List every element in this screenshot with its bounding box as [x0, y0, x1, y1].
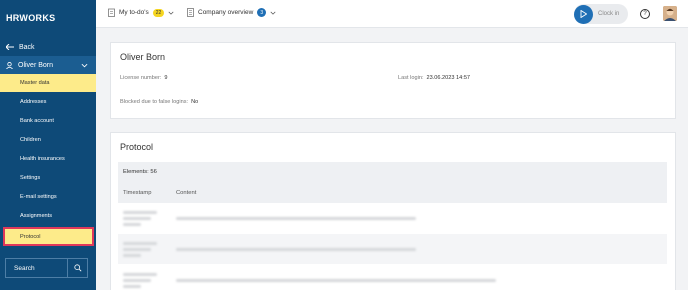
sidebar-item-settings[interactable]: Settings	[0, 168, 96, 187]
sidebar-item-health-insurances[interactable]: Health insurances	[0, 149, 96, 168]
protocol-card: Protocol Elements: 56 Timestamp Content	[110, 132, 676, 290]
back-label: Back	[19, 43, 35, 51]
company-overview-menu[interactable]: Company overview 3	[187, 8, 276, 17]
user-icon	[6, 61, 13, 69]
license-number-value: 9	[164, 75, 168, 81]
profile-card: Oliver Born License number: 9 Last login:…	[110, 42, 676, 119]
search-icon	[73, 264, 81, 272]
chevron-down-icon	[81, 63, 88, 67]
elements-count: Elements: 56	[118, 162, 667, 182]
table-row[interactable]	[118, 203, 667, 233]
company-overview-label: Company overview	[198, 9, 254, 16]
back-button[interactable]: Back	[0, 38, 96, 56]
redacted-content	[176, 216, 667, 220]
sidebar-item-addresses[interactable]: Addresses	[0, 92, 96, 111]
top-header: My to-do's 22 Company overview 3 Clock i…	[96, 0, 688, 28]
blocked-logins-value: No	[191, 99, 199, 105]
blocked-logins-field: Blocked due to false logins: No	[120, 99, 198, 105]
column-header-content[interactable]: Content	[176, 190, 196, 196]
company-count-badge: 3	[257, 8, 267, 17]
hrworks-logo[interactable]: HRWORKS	[0, 0, 96, 35]
sidebar-user-label: Oliver Born	[18, 61, 54, 69]
clock-in-label: Clock in	[598, 11, 620, 17]
clock-in-button[interactable]: Clock in	[574, 4, 628, 24]
redacted-content	[176, 247, 667, 251]
back-arrow-icon	[6, 44, 14, 50]
chevron-down-icon	[270, 11, 276, 15]
sidebar-item-bank-account[interactable]: Bank account	[0, 111, 96, 130]
column-header-timestamp[interactable]: Timestamp	[118, 190, 176, 196]
table-row[interactable]	[118, 265, 667, 290]
license-number-field: License number: 9	[120, 75, 167, 81]
clipboard-icon	[108, 8, 115, 17]
protocol-heading: Protocol	[120, 142, 154, 152]
help-icon[interactable]: ?	[640, 9, 650, 19]
protocol-table-header: Timestamp Content	[118, 182, 667, 203]
search-button[interactable]	[67, 259, 87, 277]
last-login-field: Last login: 23.06.2023 14:57	[398, 75, 470, 81]
profile-name-heading: Oliver Born	[120, 52, 166, 62]
blocked-logins-label: Blocked due to false logins:	[120, 99, 189, 105]
redacted-timestamp	[118, 210, 176, 226]
redacted-timestamp	[118, 272, 176, 288]
last-login-value: 23.06.2023 14:57	[426, 75, 471, 81]
redacted-timestamp	[118, 241, 176, 257]
todos-count-badge: 22	[152, 8, 165, 17]
sidebar: HRWORKS Back Oliver Born Master data Add…	[0, 0, 96, 290]
sidebar-item-master-data[interactable]: Master data	[0, 74, 96, 92]
sidebar-item-email-settings[interactable]: E-mail settings	[0, 187, 96, 206]
sidebar-search[interactable]: Search	[5, 258, 88, 278]
avatar[interactable]	[663, 6, 677, 21]
last-login-label: Last login:	[398, 75, 424, 81]
table-row[interactable]	[118, 234, 667, 264]
search-label[interactable]: Search	[6, 259, 67, 277]
license-number-label: License number:	[120, 75, 162, 81]
my-todos-label: My to-do's	[119, 9, 149, 16]
redacted-content	[176, 278, 667, 282]
building-icon	[187, 8, 194, 17]
sidebar-item-assignments[interactable]: Assignments	[0, 206, 96, 225]
play-icon	[574, 4, 593, 24]
sidebar-item-children[interactable]: Children	[0, 130, 96, 149]
sidebar-item-protocol[interactable]: Protocol	[3, 227, 94, 246]
my-todos-menu[interactable]: My to-do's 22	[108, 8, 174, 17]
sidebar-user-toggle[interactable]: Oliver Born	[0, 56, 96, 74]
chevron-down-icon	[168, 11, 174, 15]
